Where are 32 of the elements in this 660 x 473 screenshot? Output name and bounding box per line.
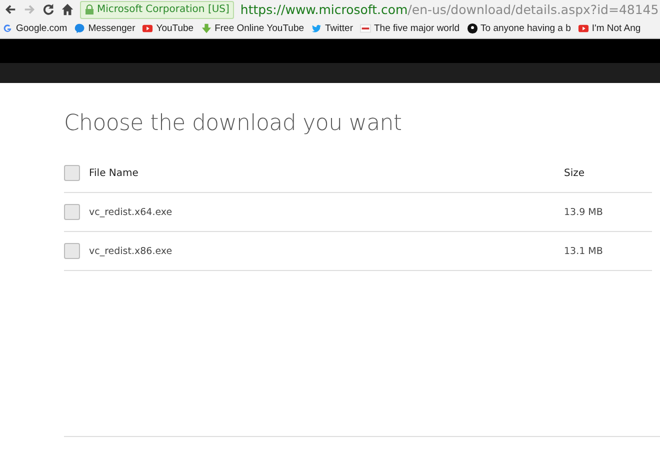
bookmark-link[interactable]: The five major world — [360, 23, 460, 34]
bookmark-link[interactable]: Messenger — [74, 23, 136, 34]
address-url[interactable]: https://www.microsoft.com/en-us/download/details.aspx?id=48145 — [240, 2, 659, 17]
file-checkbox[interactable] — [64, 243, 80, 259]
file-size: 13.9 MB — [564, 206, 604, 218]
file-size: 13.1 MB — [564, 246, 604, 256]
bookmark-link[interactable]: Twitter — [311, 23, 353, 34]
file-name: vc_redist.x64.exe — [89, 206, 172, 218]
google-g-icon — [2, 23, 13, 34]
back-arrow-icon[interactable] — [4, 3, 17, 16]
bookmark-link[interactable]: YouTube — [142, 23, 194, 34]
forward-arrow-icon[interactable] — [23, 3, 36, 16]
bookmark-link[interactable]: I'm Not Ang — [578, 23, 641, 34]
bookmark-link[interactable]: Google.com — [2, 23, 68, 34]
download-arrow-icon — [200, 23, 212, 34]
file-checkbox[interactable] — [64, 204, 80, 220]
play-icon — [142, 23, 154, 34]
padlock-icon — [85, 4, 94, 15]
column-header: File Name — [89, 168, 138, 178]
site-identity-badge[interactable]: Microsoft Corporation [US] — [80, 0, 234, 18]
bookmark-link[interactable]: To anyone having a b — [466, 23, 571, 34]
reload-icon[interactable] — [42, 3, 55, 16]
select-all-checkbox[interactable] — [64, 165, 80, 181]
file-name: vc_redist.x86.exe — [89, 246, 172, 256]
home-icon[interactable] — [61, 3, 74, 16]
news-logo-icon — [360, 23, 371, 34]
column-header: Size — [564, 168, 586, 178]
bookmark-link[interactable]: Free Online YouTube — [200, 23, 304, 34]
play-icon — [578, 23, 589, 34]
chat-bubble-icon — [74, 23, 86, 34]
page-title: Choose the download you want — [64, 111, 403, 136]
bird-icon — [311, 23, 322, 34]
